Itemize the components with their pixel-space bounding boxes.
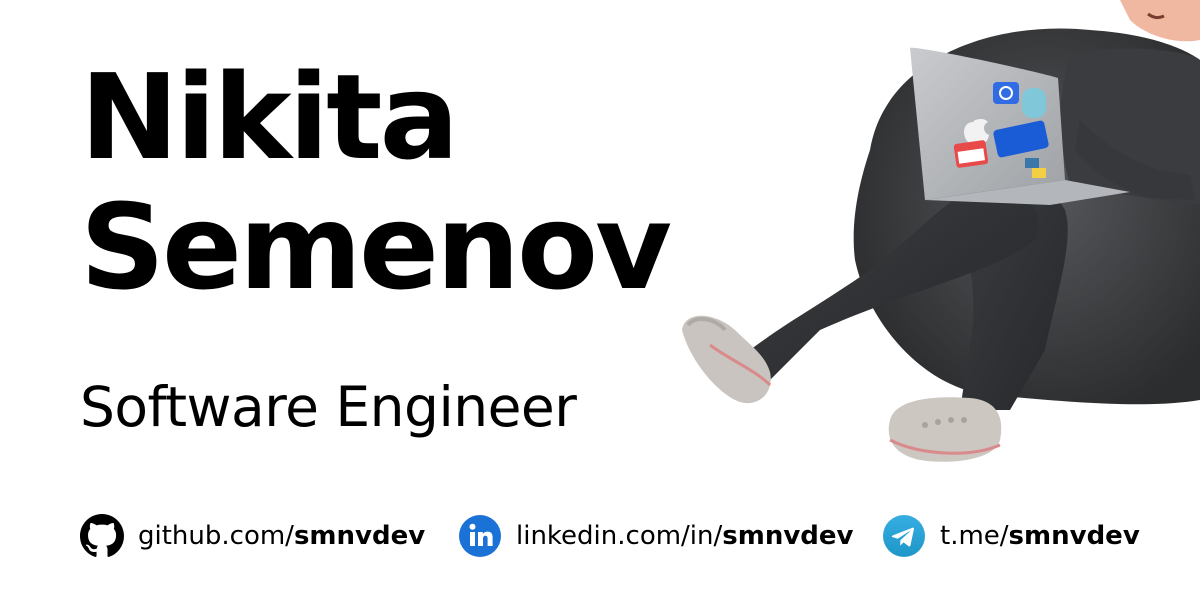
telegram-icon <box>882 514 926 558</box>
github-link-text: github.com/smnvdev <box>138 521 425 551</box>
back-shoe <box>888 397 1002 462</box>
linkedin-prefix: linkedin.com/in/ <box>516 521 723 551</box>
full-name: Nikita Semenov <box>80 48 672 316</box>
linkedin-icon <box>458 514 502 558</box>
linkedin-link-text: linkedin.com/in/smnvdev <box>516 521 854 551</box>
kubernetes-sticker <box>993 82 1019 104</box>
telegram-link[interactable]: t.me/smnvdev <box>882 511 1140 561</box>
front-shoe <box>682 315 772 404</box>
developer-illustration <box>670 0 1200 470</box>
github-handle: smnvdev <box>293 521 426 551</box>
telegram-prefix: t.me/ <box>940 521 1009 551</box>
github-prefix: github.com/ <box>138 521 294 551</box>
go-gopher-sticker <box>1022 88 1046 118</box>
last-name: Semenov <box>80 178 672 316</box>
linkedin-link[interactable]: linkedin.com/in/smnvdev <box>458 511 854 561</box>
github-link[interactable]: github.com/smnvdev <box>80 511 425 561</box>
social-links: github.com/smnvdev linkedin.com/in/smnvd… <box>80 511 1140 561</box>
first-name: Nikita <box>80 48 459 186</box>
telegram-link-text: t.me/smnvdev <box>940 521 1140 551</box>
job-title: Software Engineer <box>80 375 577 439</box>
telegram-handle: smnvdev <box>1008 521 1140 551</box>
github-icon <box>80 514 124 558</box>
linkedin-handle: smnvdev <box>722 521 854 551</box>
